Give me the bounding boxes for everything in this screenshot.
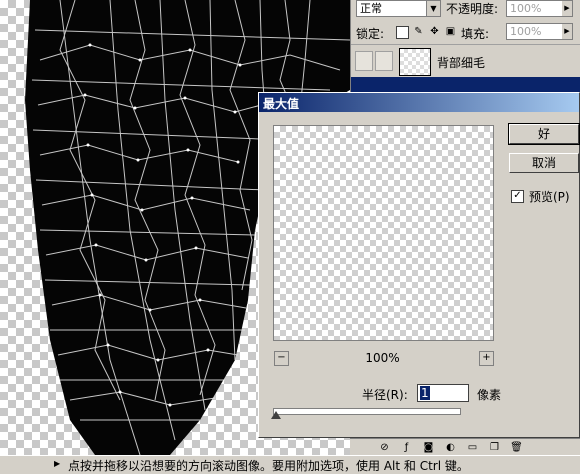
fill-field[interactable]: 100% ▶ [506,23,573,40]
filter-preview[interactable] [273,125,494,341]
triangle-right-icon[interactable]: ▶ [562,24,572,39]
layer-thumbnail [399,48,431,76]
trash-icon[interactable]: 🗑 [510,441,523,454]
preview-checkbox[interactable]: ✓ [511,190,524,203]
fill-value: 100% [510,25,542,38]
zoom-level: 100% [365,351,400,365]
fill-label: 填充: [461,27,490,41]
layer-name: 背部细毛 [437,56,486,70]
layers-bottom-toolbar: ⊘ ƒ ◙ ◐ ▭ ❐ 🗑 [350,438,580,456]
radius-input[interactable]: 1 [417,384,469,402]
radius-unit: 像素 [477,388,502,402]
move-icon[interactable]: ✥ [429,26,440,37]
maximum-filter-dialog: 最大值 − 100% + 好 取消 ✓ 预览(P) 半径(R): 1 像素 [258,92,580,438]
opacity-field[interactable]: 100% ▶ [506,0,573,17]
zoom-in-button[interactable]: + [479,351,494,366]
preview-label: 预览(P) [529,190,570,204]
triangle-right-icon: ▶ [54,459,61,468]
lock-transparency-icon[interactable] [396,26,409,39]
visibility-eye-icon[interactable] [355,51,373,71]
status-bar: ▶ 点按并拖移以沿想要的方向滚动图像。要用附加选项，使用 Alt 和 Ctrl … [0,455,580,473]
status-hint: 点按并拖移以沿想要的方向滚动图像。要用附加选项，使用 Alt 和 Ctrl 键。 [68,459,469,473]
chevron-down-icon[interactable]: ▼ [426,1,440,16]
new-layer-icon[interactable]: ❐ [488,441,501,454]
layer-row[interactable]: 背部细毛 [351,44,580,78]
radius-slider[interactable] [273,408,461,415]
blend-mode-value: 正常 [360,2,382,15]
blend-mode-select[interactable]: 正常 ▼ [356,0,441,17]
brush-icon[interactable]: ✎ [413,26,424,37]
link-icon[interactable] [375,51,393,71]
cancel-button[interactable]: 取消 [509,153,579,173]
link-layers-icon[interactable]: ⊘ [378,441,391,454]
opacity-label: 不透明度: [446,2,499,16]
dialog-titlebar[interactable]: 最大值 [259,93,579,112]
mask-icon[interactable]: ◙ [422,441,435,454]
slider-thumb[interactable] [271,411,281,419]
layer-style-icon[interactable]: ƒ [400,441,413,454]
lock-label: 锁定: [356,27,385,41]
radius-value: 1 [420,386,430,400]
adjustment-layer-icon[interactable]: ◐ [444,441,457,454]
dialog-title: 最大值 [263,97,300,111]
lock-icon[interactable]: ▣ [445,26,456,37]
ok-button[interactable]: 好 [508,123,580,145]
radius-label: 半径(R): [362,388,408,402]
folder-icon[interactable]: ▭ [466,441,479,454]
opacity-value: 100% [510,2,542,15]
triangle-right-icon[interactable]: ▶ [562,1,572,16]
